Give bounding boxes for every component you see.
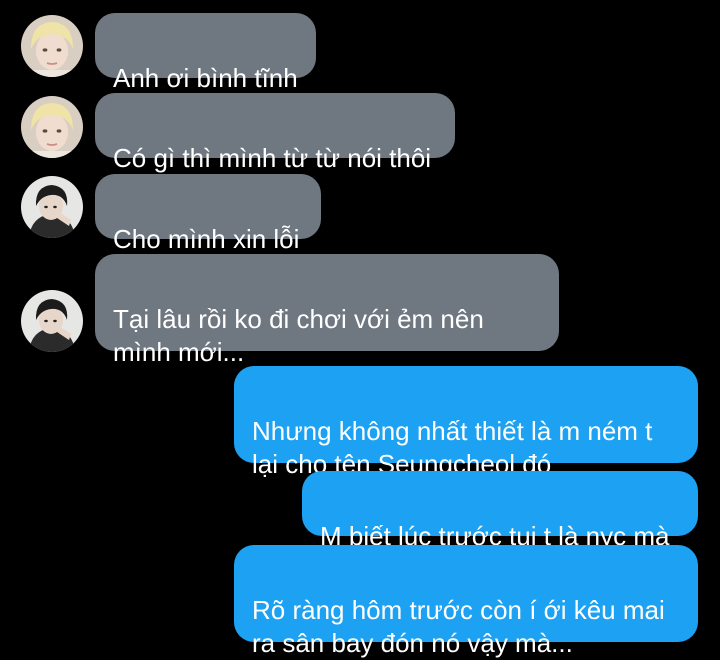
dark-haired-person-avatar[interactable]	[21, 290, 83, 352]
message-bubble-incoming[interactable]: Cho mình xin lỗi	[95, 174, 321, 254]
blonde-person-avatar[interactable]	[21, 96, 83, 158]
blonde-person-avatar[interactable]	[21, 15, 83, 77]
message-bubble-incoming[interactable]: Có gì thì mình từ từ nói thôi	[95, 93, 455, 173]
message-bubble-incoming[interactable]: Tại lâu rồi ko đi chơi với ẻm nên mình m…	[95, 254, 559, 367]
message-text: Có gì thì mình từ từ nói thôi	[113, 143, 432, 173]
message-text: Cho mình xin lỗi	[113, 224, 300, 254]
message-text: Tại lâu rồi ko đi chơi với ẻm nên mình m…	[113, 304, 484, 367]
message-text: Nhưng không nhất thiết là m ném t lại ch…	[252, 416, 653, 479]
chat-thread: Anh ơi bình tĩnh Có gì thì mình từ từ nó…	[0, 0, 720, 658]
message-text: Anh ơi bình tĩnh	[113, 63, 298, 93]
dark-haired-person-avatar[interactable]	[21, 176, 83, 238]
message-bubble-outgoing[interactable]: M biết lúc trước tụi t là nyc mà	[302, 471, 698, 551]
message-bubble-outgoing[interactable]: Nhưng không nhất thiết là m ném t lại ch…	[234, 366, 698, 479]
message-bubble-outgoing[interactable]: Rõ ràng hôm trước còn í ới kêu mai ra sâ…	[234, 545, 698, 658]
message-bubble-incoming[interactable]: Anh ơi bình tĩnh	[95, 13, 316, 93]
